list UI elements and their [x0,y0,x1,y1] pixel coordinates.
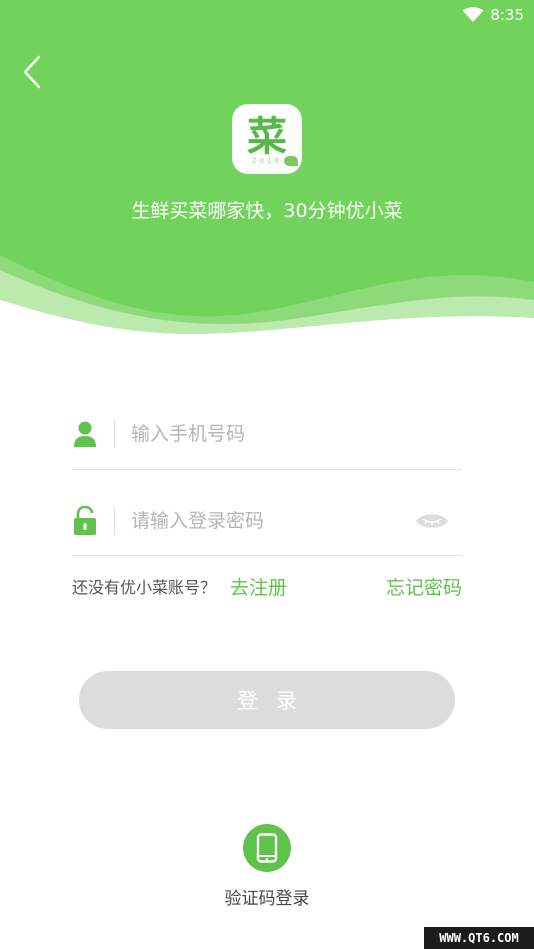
forgot-password-link[interactable]: 忘记密码 [386,573,462,600]
sms-login-label: 验证码登录 [224,889,310,909]
logo-year: 2019 [252,157,282,165]
chevron-left-icon [23,55,41,89]
wifi-icon [462,7,484,22]
account-links: 还没有优小菜账号？ 去注册 忘记密码 [72,570,462,602]
no-account-text: 还没有优小菜账号？ [72,578,217,597]
sms-code-login-button[interactable]: 验证码登录 [207,824,327,909]
status-time: 8:35 [490,6,524,24]
leaf-icon [284,156,298,166]
field-divider [114,419,115,448]
phone-input[interactable] [131,422,401,445]
app-slogan: 生鲜买菜哪家快，30分钟优小菜 [131,200,403,222]
password-field-row [72,486,462,556]
phone-icon [243,824,291,872]
register-link[interactable]: 去注册 [230,573,287,600]
field-divider [114,506,115,535]
unlock-icon [72,505,98,536]
login-button[interactable]: 登录 [79,671,455,729]
user-icon [72,419,98,449]
phone-field-row [72,398,462,470]
back-button[interactable] [14,54,50,90]
status-bar: 8:35 [0,0,534,30]
logo-character: 菜 [247,114,287,160]
app-logo: 菜 2019 [232,104,302,174]
eye-closed-icon[interactable] [414,510,450,532]
password-input[interactable] [131,509,401,532]
site-watermark: WWW.QT6.COM [424,927,534,949]
